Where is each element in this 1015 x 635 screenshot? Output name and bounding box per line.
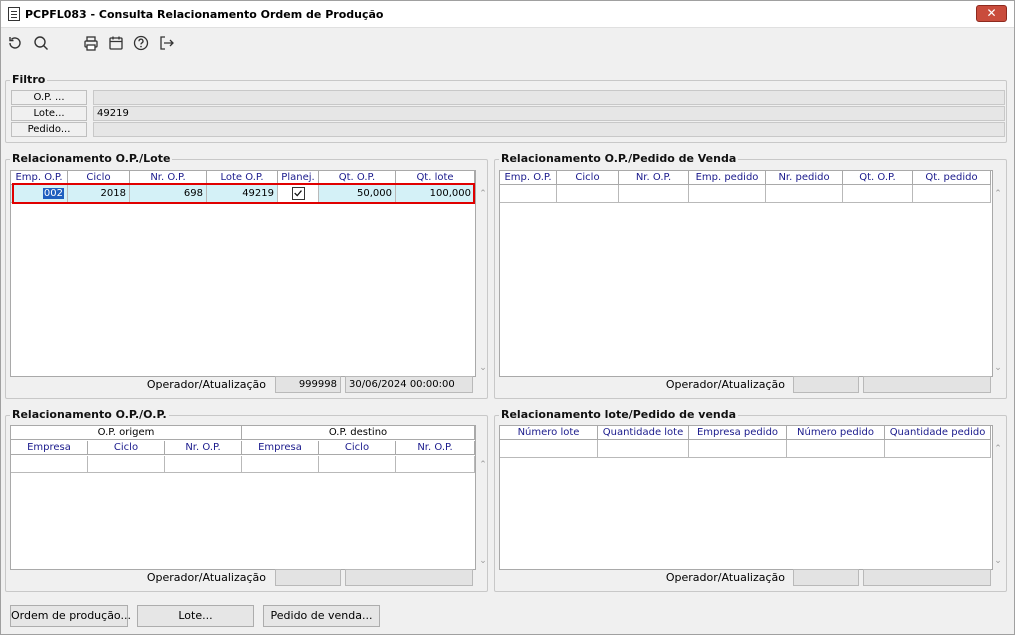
column-header[interactable]: Número lote [500, 426, 598, 440]
column-header[interactable]: Ciclo [88, 441, 165, 455]
atualizacao-field [863, 376, 991, 393]
toolbar [1, 29, 1014, 59]
main-window: PCPFL083 - Consulta Relacionamento Ordem… [0, 0, 1015, 635]
scroll-down-icon[interactable]: ⌄ [991, 556, 1005, 566]
lote-button[interactable]: Lote... [137, 605, 254, 627]
calendar-icon[interactable] [107, 34, 125, 52]
operador-label: Operador/Atualização [146, 571, 266, 584]
close-button[interactable]: ✕ [976, 5, 1007, 22]
column-header[interactable]: Nr. O.P. [165, 441, 242, 455]
atualizacao-field: 30/06/2024 00:00:00 [345, 376, 473, 393]
operador-field [793, 569, 859, 586]
scroll-down-icon[interactable]: ⌄ [476, 556, 490, 566]
op-lote-title: Relacionamento O.P./Lote [10, 152, 173, 165]
column-header[interactable]: Quantidade lote [598, 426, 689, 440]
help-icon[interactable] [132, 34, 150, 52]
search-icon[interactable] [32, 34, 50, 52]
group-header-destino: O.P. destino [242, 426, 475, 440]
column-header[interactable]: Quantidade pedido [885, 426, 991, 440]
empty-cell[interactable] [885, 440, 991, 458]
column-header[interactable]: Ciclo [557, 171, 619, 185]
filtro-title: Filtro [10, 73, 48, 86]
op-lote-grid[interactable]: Emp. O.P. Ciclo Nr. O.P. Lote O.P. Plane… [10, 170, 487, 377]
empty-cell[interactable] [787, 440, 885, 458]
window-title: PCPFL083 - Consulta Relacionamento Ordem… [25, 8, 384, 21]
filtro-group: Filtro O.P. ... Lote... 49219 Pedido... [5, 73, 1007, 143]
ordem-producao-button[interactable]: Ordem de produção... [10, 605, 131, 627]
op-op-title: Relacionamento O.P./O.P. [10, 408, 169, 421]
column-header[interactable]: Empresa [242, 441, 319, 455]
empty-cell[interactable] [766, 185, 843, 203]
column-header[interactable]: Emp. pedido [689, 171, 766, 185]
scroll-down-icon[interactable]: ⌄ [476, 363, 490, 373]
column-header[interactable]: Nr. O.P. [619, 171, 689, 185]
op-lote-group: Relacionamento O.P./Lote Emp. O.P. Ciclo… [5, 152, 488, 399]
pedido-filter-field [93, 122, 1005, 137]
scroll-up-icon[interactable]: ⌃ [991, 444, 1005, 454]
lote-pedido-grid[interactable]: Número lote Quantidade lote Empresa pedi… [499, 425, 1002, 570]
column-header[interactable]: Número pedido [787, 426, 885, 440]
empty-cell[interactable] [913, 185, 991, 203]
scroll-up-icon[interactable]: ⌃ [476, 189, 490, 199]
scroll-down-icon[interactable]: ⌄ [991, 363, 1005, 373]
operador-field [275, 569, 341, 586]
op-op-grid[interactable]: O.P. origem O.P. destino Empresa Ciclo N… [10, 425, 487, 570]
op-pedido-group: Relacionamento O.P./Pedido de Venda Emp.… [494, 152, 1007, 399]
column-header[interactable]: Ciclo [319, 441, 396, 455]
empty-cell[interactable] [500, 185, 557, 203]
empty-cell[interactable] [843, 185, 913, 203]
empty-cell[interactable] [598, 440, 689, 458]
title-bar: PCPFL083 - Consulta Relacionamento Ordem… [1, 1, 1014, 28]
scroll-up-icon[interactable]: ⌃ [991, 189, 1005, 199]
column-header[interactable]: Emp. O.P. [500, 171, 557, 185]
empty-cell[interactable] [689, 185, 766, 203]
op-filter-button[interactable]: O.P. ... [11, 90, 87, 105]
column-header[interactable]: Qt. pedido [913, 171, 991, 185]
row-highlight [12, 183, 475, 204]
empty-cell[interactable] [242, 456, 319, 473]
atualizacao-field [345, 569, 473, 586]
op-pedido-grid[interactable]: Emp. O.P. Ciclo Nr. O.P. Emp. pedido Nr.… [499, 170, 1002, 377]
empty-cell[interactable] [557, 185, 619, 203]
column-header[interactable]: Empresa pedido [689, 426, 787, 440]
operador-label: Operador/Atualização [665, 571, 785, 584]
empty-cell[interactable] [88, 456, 165, 473]
column-header[interactable]: Empresa [11, 441, 88, 455]
lote-filter-field: 49219 [93, 106, 1005, 121]
atualizacao-field [863, 569, 991, 586]
table-row[interactable] [500, 440, 991, 458]
table-row[interactable] [500, 185, 991, 203]
empty-cell[interactable] [319, 456, 396, 473]
op-op-group: Relacionamento O.P./O.P. O.P. origem O.P… [5, 408, 488, 592]
empty-cell[interactable] [165, 456, 242, 473]
lote-pedido-group: Relacionamento lote/Pedido de venda Núme… [494, 408, 1007, 592]
scroll-up-icon[interactable]: ⌃ [476, 460, 490, 470]
pedido-filter-button[interactable]: Pedido... [11, 122, 87, 137]
column-header[interactable]: Nr. pedido [766, 171, 843, 185]
empty-cell[interactable] [619, 185, 689, 203]
column-header[interactable]: Nr. O.P. [396, 441, 475, 455]
group-header-origem: O.P. origem [11, 426, 242, 440]
empty-cell[interactable] [500, 440, 598, 458]
print-icon[interactable] [82, 34, 100, 52]
pedido-venda-button[interactable]: Pedido de venda... [263, 605, 380, 627]
document-icon [8, 7, 20, 21]
empty-cell[interactable] [396, 456, 475, 473]
lote-pedido-title: Relacionamento lote/Pedido de venda [499, 408, 739, 421]
operador-label: Operador/Atualização [146, 378, 266, 391]
refresh-icon[interactable] [6, 34, 24, 52]
exit-icon[interactable] [157, 34, 175, 52]
operador-field [793, 376, 859, 393]
lote-filter-button[interactable]: Lote... [11, 106, 87, 121]
table-row[interactable] [11, 456, 475, 473]
operador-field: 999998 [275, 376, 341, 393]
empty-cell[interactable] [11, 456, 88, 473]
empty-cell[interactable] [689, 440, 787, 458]
column-header[interactable]: Qt. O.P. [843, 171, 913, 185]
op-pedido-title: Relacionamento O.P./Pedido de Venda [499, 152, 739, 165]
operador-label: Operador/Atualização [665, 378, 785, 391]
op-filter-field [93, 90, 1005, 105]
